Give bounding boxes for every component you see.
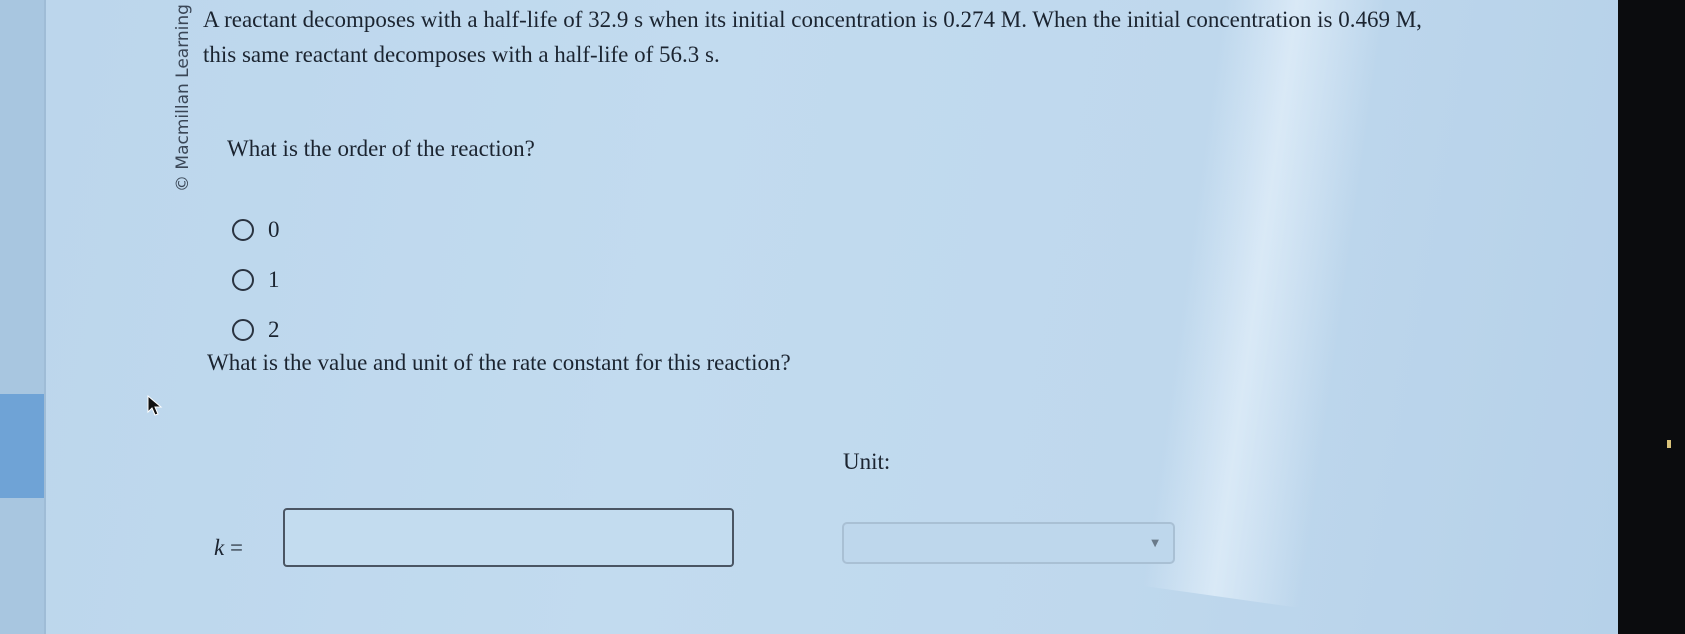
unit-dropdown[interactable]: ▼	[842, 522, 1175, 564]
order-option-0[interactable]: 0	[232, 216, 280, 243]
option-label: 2	[268, 316, 280, 342]
k-equals-label: k =	[214, 535, 243, 561]
rate-constant-question: What is the value and unit of the rate c…	[207, 350, 791, 375]
copyright-watermark: © Macmillan Learning	[173, 4, 193, 192]
option-label: 0	[268, 216, 280, 242]
radio-circle-icon[interactable]	[232, 218, 254, 241]
equals-sign: =	[224, 535, 243, 560]
radio-circle-icon[interactable]	[232, 268, 254, 291]
option-label: 1	[268, 266, 280, 292]
k-symbol: k	[214, 535, 225, 560]
order-options: 0 1 2	[232, 216, 280, 366]
question-panel	[46, 0, 1618, 634]
bezel-indicator	[1667, 440, 1671, 448]
radio-circle-icon[interactable]	[232, 318, 254, 341]
problem-statement: A reactant decomposes with a half-life o…	[203, 7, 1422, 67]
left-sidebar-strip	[0, 0, 44, 634]
sidebar-active-indicator	[0, 394, 44, 498]
chevron-down-icon[interactable]: ▼	[1151, 538, 1159, 549]
order-question: What is the order of the reaction?	[227, 136, 535, 161]
monitor-bezel	[1618, 0, 1685, 634]
rate-constant-input[interactable]	[283, 508, 734, 567]
unit-label: Unit:	[843, 449, 891, 474]
order-option-2[interactable]: 2	[232, 316, 280, 343]
order-option-1[interactable]: 1	[232, 266, 280, 293]
